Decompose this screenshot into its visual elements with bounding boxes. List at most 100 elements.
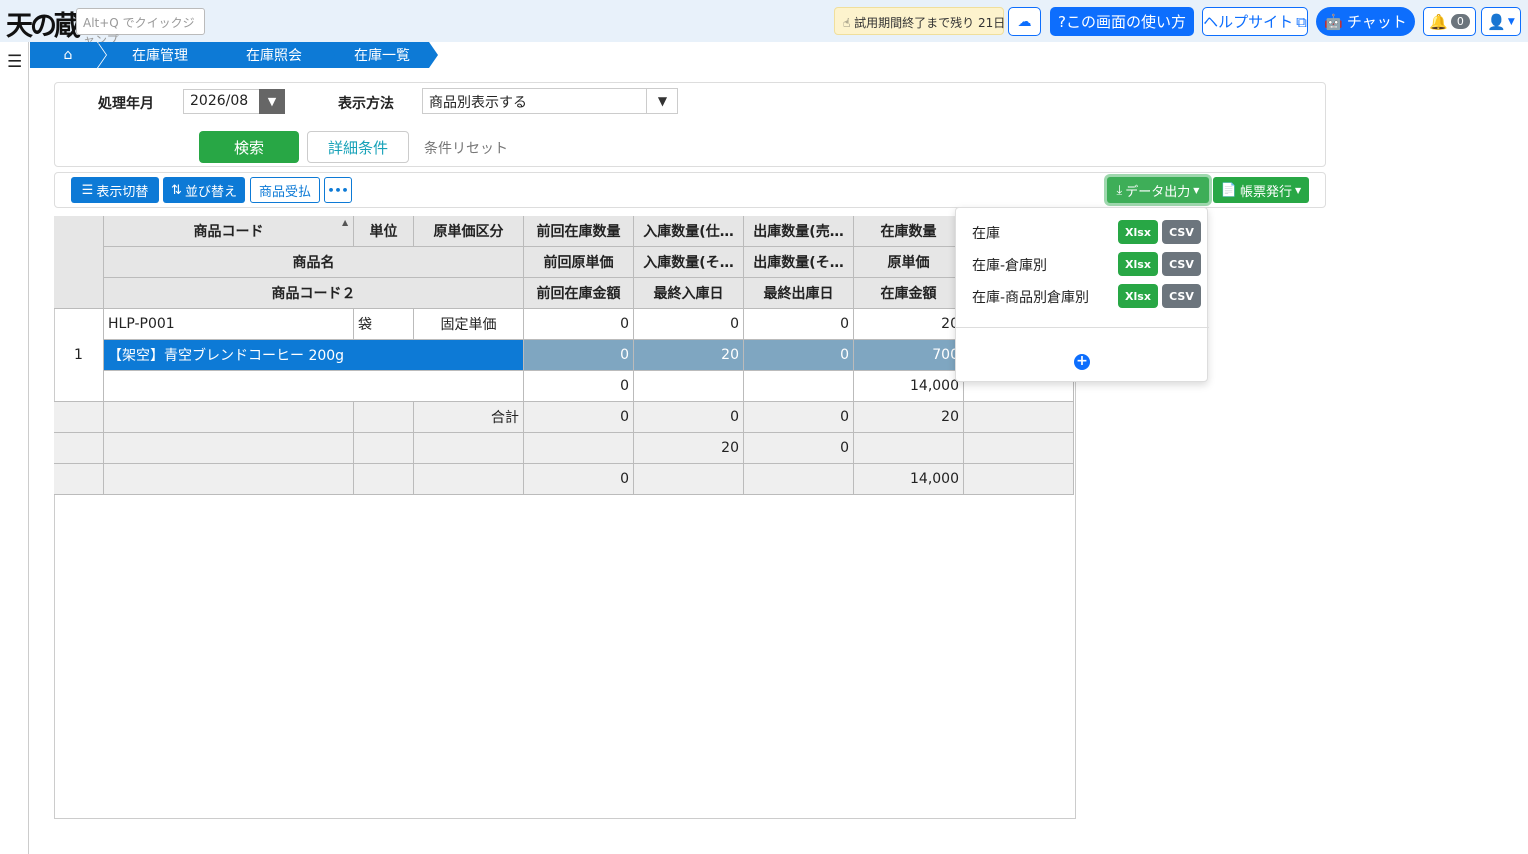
view-toggle-button[interactable]: ☰ 表示切替 <box>71 177 159 203</box>
col-header-unit-cost[interactable]: 原単価 <box>854 247 964 278</box>
cell-in-qty-purchase[interactable]: 0 <box>634 309 744 340</box>
user-menu-button[interactable]: 👤 ▼ <box>1481 7 1521 36</box>
footer-cell <box>414 464 524 495</box>
cell-product-code2[interactable] <box>104 371 524 402</box>
download-cloud-button[interactable]: ☁ <box>1008 7 1041 36</box>
footer-cell <box>354 464 414 495</box>
export-item-stock-label: 在庫 <box>972 226 1000 242</box>
hamburger-menu-icon[interactable]: ☰ <box>7 52 22 72</box>
footer-total-value: 20 <box>634 433 744 464</box>
col-header-stock-qty[interactable]: 在庫数量 <box>854 216 964 247</box>
cell-in-qty-other[interactable]: 20 <box>634 340 744 371</box>
footer-total-value: 0 <box>634 402 744 433</box>
cell-unit-cost[interactable]: 700 <box>854 340 964 371</box>
footer-total-value: 20 <box>854 402 964 433</box>
period-dropdown-icon[interactable]: ▼ <box>259 89 285 114</box>
quick-jump-input[interactable]: Alt+Q でクイックジャンプ <box>76 8 205 47</box>
sidebar: ☰ <box>0 42 29 854</box>
col-header-product-name[interactable]: 商品名 <box>104 247 524 278</box>
col-header-out-qty-other[interactable]: 出庫数量(そ… <box>744 247 854 278</box>
cell-out-qty-sales[interactable]: 0 <box>744 309 854 340</box>
col-header-in-qty-purchase[interactable]: 入庫数量(仕… <box>634 216 744 247</box>
top-bar: 天の蔵 Alt+Q でクイックジャンプ ☝ 試用期間終了まで残り 21日 ☁ ?… <box>0 0 1528 47</box>
col-header-stock-amount[interactable]: 在庫金額 <box>854 278 964 309</box>
footer-cell <box>964 402 1074 433</box>
user-icon: 👤 <box>1487 12 1506 31</box>
cell-prev-qty[interactable]: 0 <box>524 309 634 340</box>
footer-cell <box>414 433 524 464</box>
data-export-label: データ出力 <box>1125 184 1191 200</box>
col-header-product-code2[interactable]: 商品コード２ <box>104 278 524 309</box>
cell-prev-unit-cost[interactable]: 0 <box>524 340 634 371</box>
sort-button[interactable]: ⇅ 並び替え <box>163 177 245 203</box>
data-export-button[interactable]: ⤓ データ出力 ▼ <box>1107 177 1209 203</box>
cell-last-out-date[interactable] <box>744 371 854 402</box>
col-header-product-code[interactable]: 商品コード <box>104 216 354 247</box>
export-stock-xlsx-button[interactable]: Xlsx <box>1118 220 1158 244</box>
col-header-prev-stock-qty[interactable]: 前回在庫数量 <box>524 216 634 247</box>
footer-total-value: 0 <box>524 464 634 495</box>
cell-stock-amount[interactable]: 14,000 <box>854 371 964 402</box>
col-header-last-in-date[interactable]: 最終入庫日 <box>634 278 744 309</box>
footer-total-value: 0 <box>744 402 854 433</box>
footer-cell <box>964 433 1074 464</box>
sort-asc-icon: ▲ <box>342 218 349 227</box>
cell-product-code[interactable]: HLP-P001 <box>104 309 354 340</box>
notification-count: 0 <box>1450 14 1470 29</box>
caret-down-icon: ▼ <box>1193 185 1200 195</box>
detail-conditions-button[interactable]: 詳細条件 <box>307 131 409 163</box>
cell-cost-type[interactable]: 固定単価 <box>414 309 524 340</box>
home-icon: ⌂ <box>63 47 73 63</box>
export-by-warehouse-csv-button[interactable]: CSV <box>1162 252 1201 276</box>
cell-stock-qty[interactable]: 20 <box>854 309 964 340</box>
footer-row-header <box>54 402 104 433</box>
search-button[interactable]: 検索 <box>199 131 299 163</box>
display-method-label: 表示方法 <box>338 96 394 112</box>
report-issue-button[interactable]: 📄 帳票発行 ▼ <box>1213 177 1309 203</box>
cell-last-in-date[interactable] <box>634 371 744 402</box>
notification-button[interactable]: 🔔 0 <box>1423 7 1476 36</box>
breadcrumb-item-stock-management[interactable]: 在庫管理 <box>98 42 222 68</box>
cell-product-name[interactable]: 【架空】青空ブレンドコーヒー 200g <box>104 340 524 371</box>
document-icon: 📄 <box>1220 182 1237 198</box>
product-ledger-button[interactable]: 商品受払 <box>250 177 320 203</box>
grid-corner-header <box>54 216 104 309</box>
chat-button[interactable]: 🤖 チャット <box>1316 7 1415 36</box>
footer-total-value <box>524 433 634 464</box>
export-by-product-warehouse-csv-button[interactable]: CSV <box>1162 284 1201 308</box>
breadcrumb-item-stock-list[interactable]: 在庫一覧 <box>326 42 438 68</box>
export-stock-csv-button[interactable]: CSV <box>1162 220 1201 244</box>
footer-total-value: 0 <box>744 433 854 464</box>
trial-text: 試用期間終了まで残り 21日 <box>854 16 1006 30</box>
caret-down-icon: ▼ <box>1507 16 1515 27</box>
reset-conditions-link[interactable]: 条件リセット <box>424 138 508 158</box>
export-by-product-warehouse-xlsx-button[interactable]: Xlsx <box>1118 284 1158 308</box>
add-export-icon[interactable]: + <box>1074 354 1090 370</box>
col-header-out-qty-sales[interactable]: 出庫数量(売… <box>744 216 854 247</box>
cell-unit[interactable]: 袋 <box>354 309 414 340</box>
footer-cell <box>964 464 1074 495</box>
footer-cell <box>354 402 414 433</box>
col-header-prev-unit-cost[interactable]: 前回原単価 <box>524 247 634 278</box>
display-method-select[interactable]: 商品別表示する <box>422 88 678 114</box>
col-header-prev-amount[interactable]: 前回在庫金額 <box>524 278 634 309</box>
footer-total-value: 14,000 <box>854 464 964 495</box>
app-logo[interactable]: 天の蔵 <box>6 4 81 43</box>
more-options-button[interactable]: ••• <box>324 177 352 203</box>
col-header-in-qty-other[interactable]: 入庫数量(そ… <box>634 247 744 278</box>
help-site-button[interactable]: ヘルプサイト ⧉ <box>1202 7 1308 36</box>
row-number[interactable]: 1 <box>54 309 104 402</box>
breadcrumb-home[interactable]: ⌂ <box>30 42 106 68</box>
trial-notice[interactable]: ☝ 試用期間終了まで残り 21日 <box>834 7 1006 35</box>
footer-cell <box>104 433 354 464</box>
cloud-download-icon: ☁ <box>1017 13 1032 30</box>
breadcrumb-item-stock-inquiry[interactable]: 在庫照会 <box>212 42 336 68</box>
display-method-dropdown-icon[interactable]: ▼ <box>646 88 678 114</box>
col-header-cost-type[interactable]: 原単価区分 <box>414 216 524 247</box>
col-header-last-out-date[interactable]: 最終出庫日 <box>744 278 854 309</box>
col-header-unit[interactable]: 単位 <box>354 216 414 247</box>
export-by-warehouse-xlsx-button[interactable]: Xlsx <box>1118 252 1158 276</box>
howto-button[interactable]: ?この画面の使い方 <box>1050 7 1194 36</box>
cell-out-qty-other[interactable]: 0 <box>744 340 854 371</box>
cell-prev-amount[interactable]: 0 <box>524 371 634 402</box>
